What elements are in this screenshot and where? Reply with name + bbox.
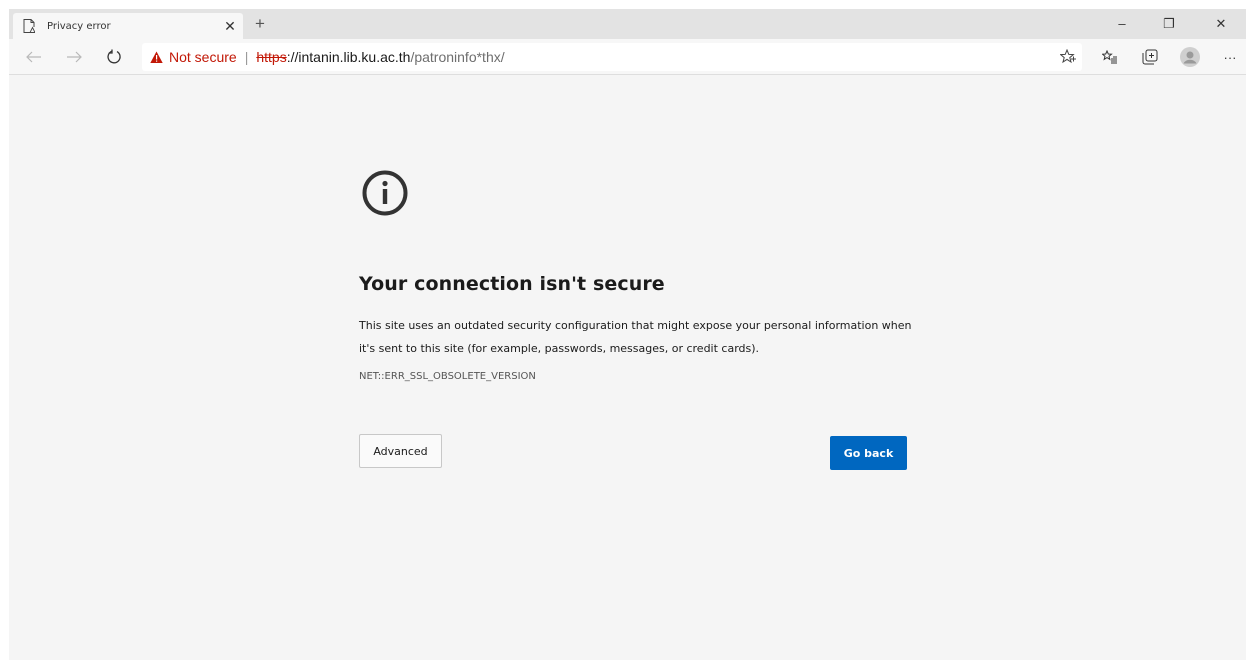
address-separator: | [244,49,249,65]
error-page: Your connection isn't secure This site u… [9,76,1246,660]
url-scheme: https [256,49,287,65]
toolbar: Not secure | https://intanin.lib.ku.ac.t… [9,39,1246,75]
error-description: This site uses an outdated security conf… [359,319,912,355]
page-warning-icon [23,19,36,33]
advanced-button[interactable]: Advanced [359,434,442,468]
favorite-star-icon[interactable] [1058,47,1078,67]
restore-button[interactable]: ❐ [1149,11,1189,37]
refresh-icon[interactable] [103,46,125,68]
minimize-button[interactable]: – [1102,11,1142,37]
address-bar[interactable]: Not secure | https://intanin.lib.ku.ac.t… [142,43,1082,71]
browser-window: Privacy error ✕ + – ❐ ✕ Not secure | htt… [9,9,1246,660]
error-code: NET::ERR_SSL_OBSOLETE_VERSION [359,371,536,382]
url-host: ://intanin.lib.ku.ac.th [286,49,411,65]
favorites-list-icon[interactable] [1099,47,1121,67]
info-icon [362,170,408,216]
warning-icon [150,51,163,64]
page-title: Your connection isn't secure [359,273,665,295]
close-window-button[interactable]: ✕ [1201,11,1241,37]
url-path: /patroninfo*thx/ [410,49,505,65]
new-tab-button[interactable]: + [247,13,273,37]
tab-privacy-error[interactable]: Privacy error ✕ [13,13,243,39]
more-icon[interactable]: ··· [1219,47,1241,67]
forward-icon[interactable] [63,46,85,68]
go-back-button[interactable]: Go back [830,436,907,470]
tab-title: Privacy error [47,20,111,32]
back-icon[interactable] [23,46,45,68]
tab-strip: Privacy error ✕ + – ❐ ✕ [9,9,1246,39]
close-icon[interactable]: ✕ [217,18,243,35]
profile-icon[interactable] [1179,47,1201,67]
collections-icon[interactable] [1139,47,1161,67]
not-secure-label[interactable]: Not secure [169,49,237,65]
